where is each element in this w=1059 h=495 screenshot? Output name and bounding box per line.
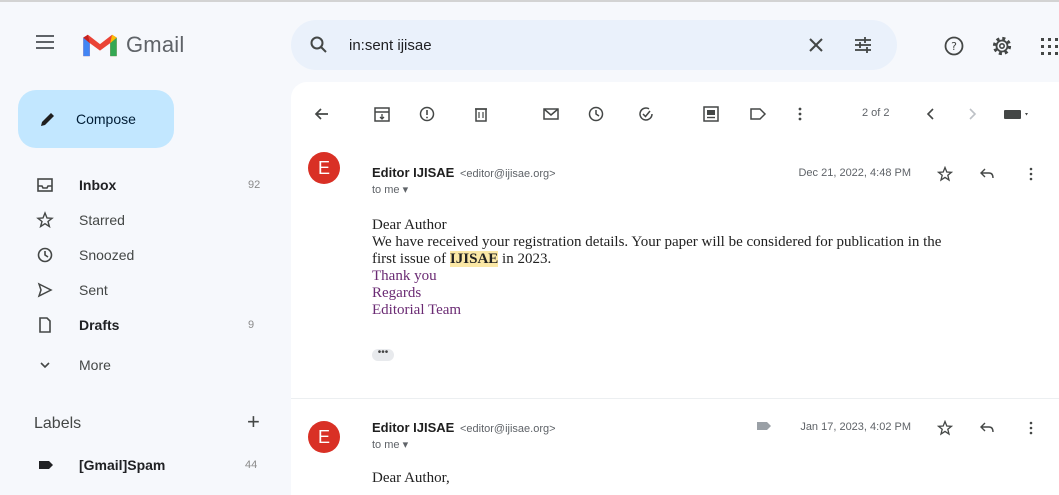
- star-icon[interactable]: [937, 166, 953, 182]
- report-spam-icon[interactable]: [418, 105, 436, 123]
- app-name[interactable]: Gmail: [126, 32, 184, 58]
- clear-search-icon[interactable]: [805, 34, 827, 56]
- search-input[interactable]: [349, 34, 769, 56]
- sidebar-item-label: Inbox: [79, 177, 117, 193]
- draft-count: 9: [248, 319, 255, 331]
- menu-bar: [36, 47, 54, 49]
- message-date: Dec 21, 2022, 4:48 PM: [798, 167, 911, 179]
- apps-icon[interactable]: [1040, 37, 1059, 57]
- body-line: Dear Author: [372, 217, 447, 233]
- reply-icon[interactable]: [979, 166, 995, 182]
- reply-icon[interactable]: [979, 420, 995, 436]
- top-header: Gmail ?: [0, 2, 1059, 82]
- move-to-icon[interactable]: [702, 105, 720, 123]
- sender-email: <editor@ijisae.org>: [459, 168, 556, 180]
- star-icon: [36, 211, 54, 229]
- sidebar-item-label: Starred: [79, 212, 125, 228]
- label-tag-icon: [757, 422, 771, 430]
- sidebar-item-drafts[interactable]: Drafts 9: [0, 308, 280, 342]
- message-body: Dear Author,: [372, 470, 1052, 487]
- body-text-segment: first issue of: [372, 251, 450, 267]
- body-line: Dear Author,: [372, 470, 450, 486]
- search-highlight: IJISAE: [449, 251, 499, 267]
- sidebar-item-snoozed[interactable]: Snoozed: [0, 238, 280, 272]
- sidebar-item-inbox[interactable]: Inbox 92: [0, 168, 280, 202]
- body-line: We have received your registration detai…: [372, 234, 942, 250]
- sender-name[interactable]: Editor IJISAE: [372, 165, 454, 180]
- sidebar-item-label: Sent: [79, 282, 108, 298]
- message-toolbar: 2 of 2: [291, 82, 1059, 140]
- sender-avatar[interactable]: E: [308, 421, 340, 453]
- gear-icon[interactable]: [990, 34, 1014, 58]
- label-icon: [39, 461, 53, 469]
- pagination-text: 2 of 2: [862, 107, 890, 119]
- message-divider: [291, 398, 1059, 399]
- pencil-icon: [41, 113, 54, 126]
- sidebar-item-sent[interactable]: Sent: [0, 273, 280, 307]
- sidebar-item-label: More: [79, 357, 111, 373]
- help-icon[interactable]: ?: [943, 35, 965, 57]
- sidebar-item-label: Drafts: [79, 317, 120, 333]
- sender-info: Editor IJISAE <editor@ijisae.org>: [372, 165, 556, 180]
- clock-icon: [37, 247, 53, 263]
- main-menu-button[interactable]: [36, 35, 54, 49]
- mark-unread-icon[interactable]: [542, 105, 560, 123]
- chevron-down-icon: [40, 362, 50, 369]
- input-tools-icon[interactable]: [1003, 105, 1031, 123]
- signature-line: Regards: [372, 285, 422, 301]
- unread-count: 92: [248, 179, 261, 191]
- gmail-logo-icon[interactable]: [80, 32, 120, 58]
- search-bar[interactable]: [291, 20, 897, 70]
- show-trimmed-content-button[interactable]: •••: [372, 348, 394, 361]
- recipient-details-toggle[interactable]: to me ▾: [372, 183, 408, 196]
- label-count: 44: [245, 459, 258, 471]
- snooze-icon[interactable]: [587, 105, 605, 123]
- add-task-icon[interactable]: [637, 105, 655, 123]
- compose-button[interactable]: Compose: [18, 90, 174, 148]
- add-label-button[interactable]: +: [247, 411, 260, 433]
- more-options-icon[interactable]: [791, 105, 809, 123]
- archive-icon[interactable]: [373, 105, 391, 123]
- sidebar-item-more[interactable]: More: [0, 348, 280, 382]
- draft-icon: [39, 317, 51, 333]
- star-icon[interactable]: [937, 420, 953, 436]
- message-more-icon[interactable]: [1028, 420, 1034, 436]
- body-line: Thank you: [372, 268, 437, 284]
- chevron-left-icon[interactable]: [922, 105, 940, 123]
- message-date: Jan 17, 2023, 4:02 PM: [800, 421, 911, 433]
- sidebar-item-starred[interactable]: Starred: [0, 203, 280, 237]
- message-more-icon[interactable]: [1028, 166, 1034, 182]
- back-icon[interactable]: [313, 105, 331, 123]
- body-line: first issue of IJISAE in 2023.: [372, 251, 1052, 268]
- signature-line: Editorial Team: [372, 302, 462, 318]
- send-icon: [37, 282, 53, 298]
- recipient-details-toggle[interactable]: to me ▾: [372, 438, 408, 451]
- search-icon[interactable]: [309, 35, 329, 55]
- sender-email: <editor@ijisae.org>: [459, 423, 556, 435]
- svg-text:?: ?: [951, 40, 957, 53]
- search-options-icon[interactable]: [852, 34, 874, 56]
- inbox-icon: [37, 178, 53, 192]
- sender-avatar[interactable]: E: [308, 152, 340, 184]
- sender-info: Editor IJISAE <editor@ijisae.org>: [372, 420, 556, 435]
- message-view: 2 of 2 E Editor IJISAE <editor@ijisae.or…: [291, 82, 1059, 495]
- menu-bar: [36, 41, 54, 43]
- body-text-segment: in 2023.: [498, 251, 552, 267]
- sidebar-item-label: Snoozed: [79, 247, 135, 263]
- delete-icon[interactable]: [472, 105, 490, 123]
- message-body: Dear Author We have received your regist…: [372, 217, 1052, 319]
- compose-label: Compose: [76, 111, 136, 127]
- labels-heading: Labels: [34, 415, 82, 432]
- menu-bar: [36, 35, 54, 37]
- sidebar-label-spam[interactable]: [Gmail]Spam: [79, 457, 165, 473]
- chevron-right-icon[interactable]: [963, 105, 981, 123]
- label-icon[interactable]: [749, 105, 767, 123]
- sender-name[interactable]: Editor IJISAE: [372, 420, 454, 435]
